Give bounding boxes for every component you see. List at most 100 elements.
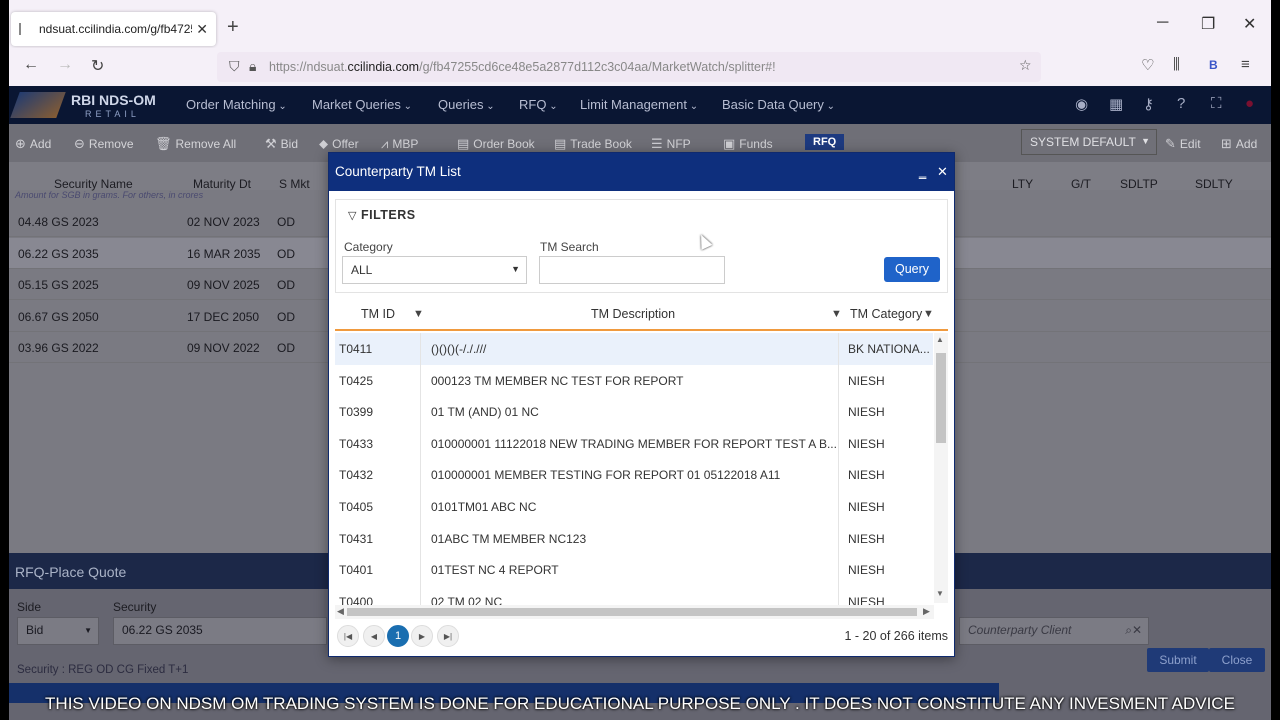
side-select[interactable]: Bid ▼ [17, 617, 99, 645]
url-bar[interactable]: ⛉ 🔒︎ https://ndsuat.ccilindia.com/g/fb47… [217, 52, 1041, 82]
bookmark-star-icon[interactable]: ☆ [1019, 57, 1032, 74]
table-row[interactable]: T0425 000123 TM MEMBER NC TEST FOR REPOR… [335, 365, 933, 397]
close-tab-icon[interactable]: ✕ [196, 21, 208, 38]
help-icon[interactable]: ? [1177, 95, 1185, 112]
horizontal-scroll-thumb[interactable] [347, 608, 917, 616]
first-page-icon[interactable]: |◀ [337, 625, 359, 647]
order-book-button[interactable]: ▤ Order Book [457, 136, 535, 152]
offer-button[interactable]: ⬥ Offer [319, 136, 359, 152]
remove-all-button[interactable]: 🗑︎ Remove All [155, 136, 236, 152]
query-button[interactable]: Query [884, 257, 940, 282]
funds-button[interactable]: ▣ Funds [723, 136, 773, 152]
tm-description-filter-icon[interactable]: ▼ [831, 308, 842, 320]
minimize-dialog-icon[interactable]: ‗ [919, 164, 926, 179]
grid-note: Amount for SGB in grams. For others, in … [15, 190, 204, 200]
col-lty[interactable]: LTY [1012, 177, 1033, 191]
back-icon[interactable]: ← [23, 56, 39, 74]
last-page-icon[interactable]: ▶| [437, 625, 459, 647]
menu-basic-data-query[interactable]: Basic Data Query [722, 97, 835, 112]
security-field[interactable]: 06.22 GS 2035 [113, 617, 327, 645]
tm-id-filter-icon[interactable]: ▼ [413, 308, 424, 320]
bid-button[interactable]: ⚒ Bid [265, 136, 298, 152]
col-s-mkt[interactable]: S Mkt [279, 177, 310, 191]
close-window-icon[interactable]: ✕ [1243, 14, 1256, 34]
dialog-title: Counterparty TM List [335, 164, 461, 179]
col-sdltp[interactable]: SDLTP [1120, 177, 1158, 191]
power-icon[interactable]: ● [1245, 95, 1254, 112]
next-page-icon[interactable]: ▶ [411, 625, 433, 647]
column-divider [420, 333, 421, 605]
user-icon[interactable]: ◉ [1075, 95, 1088, 113]
table-row[interactable]: T0411 ()()()(-/././// BK NATIONA... [335, 333, 933, 365]
prev-page-icon[interactable]: ◀ [363, 625, 385, 647]
menu-market-queries[interactable]: Market Queries [312, 97, 412, 112]
table-row[interactable]: T0401 01TEST NC 4 REPORT NIESH [335, 554, 933, 586]
reload-icon[interactable]: ↻ [91, 56, 104, 76]
layout-select[interactable]: SYSTEM DEFAULT ▼ [1021, 129, 1157, 155]
col-tm-description[interactable]: TM Description [591, 307, 675, 321]
library-icon[interactable]: ⫼ [1173, 56, 1180, 73]
table-row[interactable]: T0405 0101TM01 ABC NC NIESH [335, 491, 933, 523]
tm-table-header: TM ID ▼ TM Description ▼ TM Category ▼ [335, 297, 948, 331]
minimize-icon[interactable]: ─ [1157, 14, 1168, 32]
menu-limit-management[interactable]: Limit Management [580, 97, 698, 112]
browser-tab[interactable]: ndsuat.ccilindia.com/g/fb4725 ✕ [11, 12, 216, 46]
logo: RBI NDS-OM RETAIL [10, 88, 175, 122]
nfp-button[interactable]: ☰ NFP [651, 136, 691, 152]
menu-queries[interactable]: Queries [438, 97, 495, 112]
mbp-button[interactable]: ⩘ MBP [381, 136, 418, 152]
add-button[interactable]: ⊕ Add [15, 136, 51, 152]
close-button[interactable]: Close [1209, 648, 1265, 672]
rfq-button[interactable]: RFQ [805, 134, 845, 150]
trade-book-button[interactable]: ▤ Trade Book [554, 136, 632, 152]
col-sdlty[interactable]: SDLTY [1195, 177, 1233, 191]
url-text: https://ndsuat.ccilindia.com/g/fb47255cd… [269, 60, 776, 74]
category-select[interactable]: ALL ▼ [342, 256, 527, 284]
counterparty-client-field[interactable]: Counterparty Client ⌕✕ [959, 617, 1149, 645]
scroll-down-icon[interactable]: ▼ [936, 589, 944, 598]
menu-order-matching[interactable]: Order Matching [186, 97, 287, 112]
table-row[interactable]: T0400 02 TM 02 NC NIESH [335, 586, 933, 605]
edit-button[interactable]: ✎ Edit [1165, 136, 1201, 152]
browser-window: ndsuat.ccilindia.com/g/fb4725 ✕ + ─ ❐ ✕ … [9, 0, 1271, 720]
tm-search-input[interactable] [539, 256, 725, 284]
restore-icon[interactable]: ❐ [1201, 14, 1215, 34]
col-maturity-dt[interactable]: Maturity Dt [193, 177, 251, 191]
scroll-right-icon[interactable]: ▶ [923, 606, 930, 617]
nav-bar: ← → ↻ ⛉ 🔒︎ https://ndsuat.ccilindia.com/… [9, 48, 1271, 86]
col-tm-category[interactable]: TM Category [850, 307, 922, 321]
menu-rfq[interactable]: RFQ [519, 97, 558, 112]
table-row[interactable]: T0431 01ABC TM MEMBER NC123 NIESH [335, 523, 933, 555]
remove-button[interactable]: ⊖ Remove [74, 136, 134, 152]
table-row[interactable]: T0432 010000001 MEMBER TESTING FOR REPOR… [335, 459, 933, 491]
col-gt[interactable]: G/T [1071, 177, 1091, 191]
col-tm-id[interactable]: TM ID [361, 307, 395, 321]
keyboard-icon[interactable]: ▦ [1109, 95, 1123, 113]
lock-icon[interactable]: 🔒︎ [249, 58, 256, 75]
submit-button[interactable]: Submit [1147, 648, 1209, 672]
pocket-icon[interactable]: ♡ [1141, 56, 1154, 74]
vertical-scroll-thumb[interactable] [936, 353, 946, 443]
close-dialog-icon[interactable]: ✕ [937, 164, 948, 180]
new-tab-icon[interactable]: + [227, 16, 239, 39]
add-right-button[interactable]: ⊞ Add [1221, 136, 1257, 152]
tm-table-body: T0411 ()()()(-/././// BK NATIONA... T042… [335, 333, 933, 605]
tm-category-filter-icon[interactable]: ▼ [923, 308, 934, 320]
fullscreen-icon[interactable]: ⛶ [1211, 95, 1222, 112]
table-row[interactable]: T0399 01 TM (AND) 01 NC NIESH [335, 396, 933, 428]
key-icon[interactable]: ⚷ [1143, 95, 1154, 113]
current-page-button[interactable]: 1 [387, 625, 409, 647]
col-security-name[interactable]: Security Name [54, 177, 133, 191]
search-clear-icon[interactable]: ⌕✕ [1125, 623, 1142, 638]
extension-icon[interactable]: B [1209, 58, 1218, 72]
hamburger-menu-icon[interactable]: ≡ [1241, 56, 1250, 73]
pagination: |◀ ◀ 1 ▶ ▶| 1 - 20 of 266 items [335, 623, 948, 649]
horizontal-scrollbar[interactable]: ◀ ▶ [335, 605, 934, 619]
dropdown-arrow-icon: ▼ [511, 264, 520, 274]
scroll-left-icon[interactable]: ◀ [337, 606, 344, 617]
scroll-up-icon[interactable]: ▲ [936, 335, 944, 344]
forward-icon[interactable]: → [57, 56, 73, 74]
vertical-scrollbar[interactable]: ▲ ▼ [934, 333, 948, 603]
shield-icon[interactable]: ⛉ [229, 58, 240, 75]
table-row[interactable]: T0433 010000001 11122018 NEW TRADING MEM… [335, 428, 933, 460]
